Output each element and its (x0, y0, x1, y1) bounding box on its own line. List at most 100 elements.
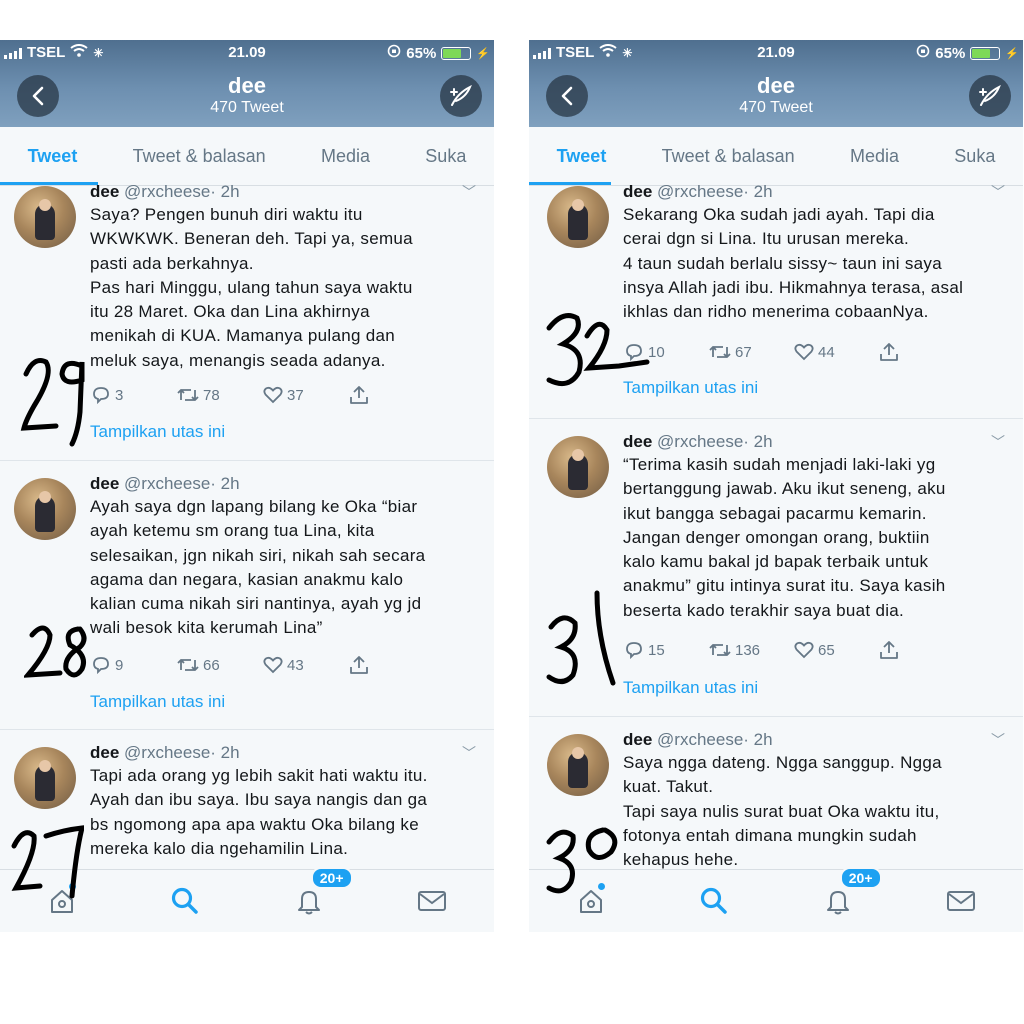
nav-search[interactable] (694, 881, 734, 921)
tweet-line: menikah di KUA. Mamanya pulang dan (90, 326, 396, 346)
tweet-item[interactable]: dee @rxcheese· 2h ﹀ “Terima kasih sudah … (529, 419, 1023, 717)
retweet-icon (709, 644, 731, 656)
chevron-down-icon[interactable]: ﹀ (462, 743, 476, 763)
compose-button[interactable] (440, 75, 482, 117)
tweet-line: insya Allah jadi ibu. Hikmahnya terasa, … (623, 277, 964, 297)
heart-icon (263, 386, 283, 404)
author-handle[interactable]: @rxcheese (124, 743, 210, 762)
like-button[interactable]: 43 (262, 655, 348, 675)
show-thread-link[interactable]: Tampilkan utas ini (90, 422, 225, 442)
author-handle[interactable]: @rxcheese (124, 474, 210, 493)
tweet-line: kalo kamu bakal jd bapak terbaik untuk (623, 552, 929, 572)
avatar[interactable] (14, 186, 76, 248)
author-name[interactable]: dee (90, 182, 119, 201)
tweet-line: Sekarang Oka sudah jadi ayah. Tapi dia (623, 205, 935, 224)
tweet-time: · 2h (743, 730, 773, 749)
retweet-button[interactable]: 78 (176, 385, 262, 405)
share-button[interactable] (348, 655, 434, 675)
tweet-actions: 3 78 37 (90, 385, 434, 405)
tab-media[interactable]: Media (850, 146, 899, 167)
like-button[interactable]: 44 (793, 342, 878, 362)
avatar[interactable] (14, 747, 76, 809)
tab-tweet-and-replies[interactable]: Tweet & balasan (133, 146, 266, 167)
share-button[interactable] (348, 385, 434, 405)
avatar[interactable] (547, 436, 609, 498)
tab-likes[interactable]: Suka (954, 146, 995, 167)
author-handle[interactable]: @rxcheese (124, 182, 210, 201)
author-name[interactable]: dee (90, 474, 119, 493)
tweet-line: pasti ada berkahnya. (90, 253, 254, 273)
tab-media[interactable]: Media (321, 146, 370, 167)
tweet-line: WKWKWK. Beneran deh. Tapi ya, semua (90, 229, 413, 249)
author-name[interactable]: dee (623, 432, 652, 451)
reply-button[interactable]: 15 (623, 640, 708, 660)
search-icon (701, 887, 727, 914)
right-screenshot: TSEL ✳ 21.09 65% ⚡ dee 470 Tweet Tweet T… (529, 40, 1023, 932)
left-screenshot: TSEL ✳ 21.09 65% ⚡ dee 470 Tweet Tweet T… (0, 40, 494, 932)
chevron-down-icon[interactable]: ﹀ (991, 730, 1005, 750)
like-count: 37 (287, 386, 304, 404)
show-thread-link[interactable]: Tampilkan utas ini (90, 692, 225, 712)
tweet-time: · 2h (743, 432, 773, 451)
tab-tweet[interactable]: Tweet (28, 146, 78, 167)
chevron-down-icon[interactable]: ﹀ (991, 182, 1005, 202)
handwritten-number-28 (24, 625, 87, 678)
tweet-item[interactable]: dee @rxcheese· 2h Ayah saya dgn lapang b… (0, 461, 494, 730)
show-thread-link[interactable]: Tampilkan utas ini (623, 678, 758, 698)
author-name[interactable]: dee (623, 730, 652, 749)
tweet-line: Ayah saya dgn lapang bilang ke Oka “biar (90, 497, 418, 516)
nav-messages[interactable] (412, 881, 452, 921)
tab-tweet-and-replies[interactable]: Tweet & balasan (662, 146, 795, 167)
chevron-down-icon[interactable]: ﹀ (991, 432, 1005, 452)
author-name[interactable]: dee (623, 182, 652, 201)
avatar[interactable] (547, 734, 609, 796)
tab-tweet[interactable]: Tweet (557, 146, 607, 167)
nav-messages[interactable] (941, 881, 981, 921)
tweet-item[interactable]: dee @rxcheese· 2h ﹀ Saya? Pengen bunuh d… (0, 182, 494, 461)
heart-icon (794, 641, 814, 659)
handwritten-number-31 (546, 590, 616, 686)
heart-icon (263, 656, 283, 674)
share-button[interactable] (878, 342, 963, 362)
tweet-line: agama dan negara, kasian anakmu kalo (90, 569, 404, 589)
compose-feather-icon (979, 85, 1001, 106)
like-button[interactable]: 65 (793, 640, 878, 660)
nav-notifications[interactable]: 20+ (818, 867, 882, 921)
retweet-button[interactable]: 66 (176, 655, 262, 675)
author-handle[interactable]: @rxcheese (657, 432, 743, 451)
share-icon (350, 656, 368, 674)
tweet-line: ayah ketemu sm orang tua Lina, kita (90, 521, 375, 541)
tweet-line: ikut bangga sebagai pacarmu kemarin. (623, 503, 927, 523)
author-handle[interactable]: @rxcheese (657, 730, 743, 749)
share-button[interactable] (878, 640, 963, 660)
reply-button[interactable]: 9 (90, 655, 176, 675)
chevron-down-icon[interactable]: ﹀ (462, 182, 476, 202)
notification-badge: 20+ (310, 867, 353, 889)
retweet-icon (709, 346, 731, 358)
author-name[interactable]: dee (90, 743, 119, 762)
tweet-time: · 2h (210, 743, 240, 762)
tweet-line: itu 28 Maret. Oka dan Lina akhirnya (90, 302, 370, 322)
avatar[interactable] (14, 478, 76, 540)
tweet-item[interactable]: dee @rxcheese· 2h ﹀ Sekarang Oka sudah j… (529, 182, 1023, 419)
retweet-button[interactable]: 136 (708, 640, 793, 660)
tweet-line: bertanggung jawab. Aku ikut seneng, aku (623, 479, 946, 499)
charging-icon: ⚡ (1005, 47, 1019, 60)
nav-notifications[interactable]: 20+ (289, 867, 353, 921)
retweet-button[interactable]: 67 (708, 342, 793, 362)
battery-icon (970, 46, 1001, 60)
active-tab-indicator (529, 182, 611, 185)
compose-button[interactable] (969, 75, 1011, 117)
tweet-line: wali besok kita kerumah Lina” (90, 618, 323, 638)
tab-likes[interactable]: Suka (425, 146, 466, 167)
author-handle[interactable]: @rxcheese (657, 182, 743, 201)
charging-icon: ⚡ (476, 47, 490, 60)
avatar[interactable] (547, 186, 609, 248)
profile-header: TSEL ✳ 21.09 65% ⚡ dee 470 Tweet (0, 40, 494, 127)
like-count: 43 (287, 656, 304, 674)
reply-button[interactable]: 3 (90, 385, 176, 405)
like-button[interactable]: 37 (262, 385, 348, 405)
tweet-time: · 2h (743, 182, 773, 201)
nav-search[interactable] (165, 881, 205, 921)
tweet-text: Tapi ada orang yg lebih sakit hati waktu… (90, 764, 476, 861)
